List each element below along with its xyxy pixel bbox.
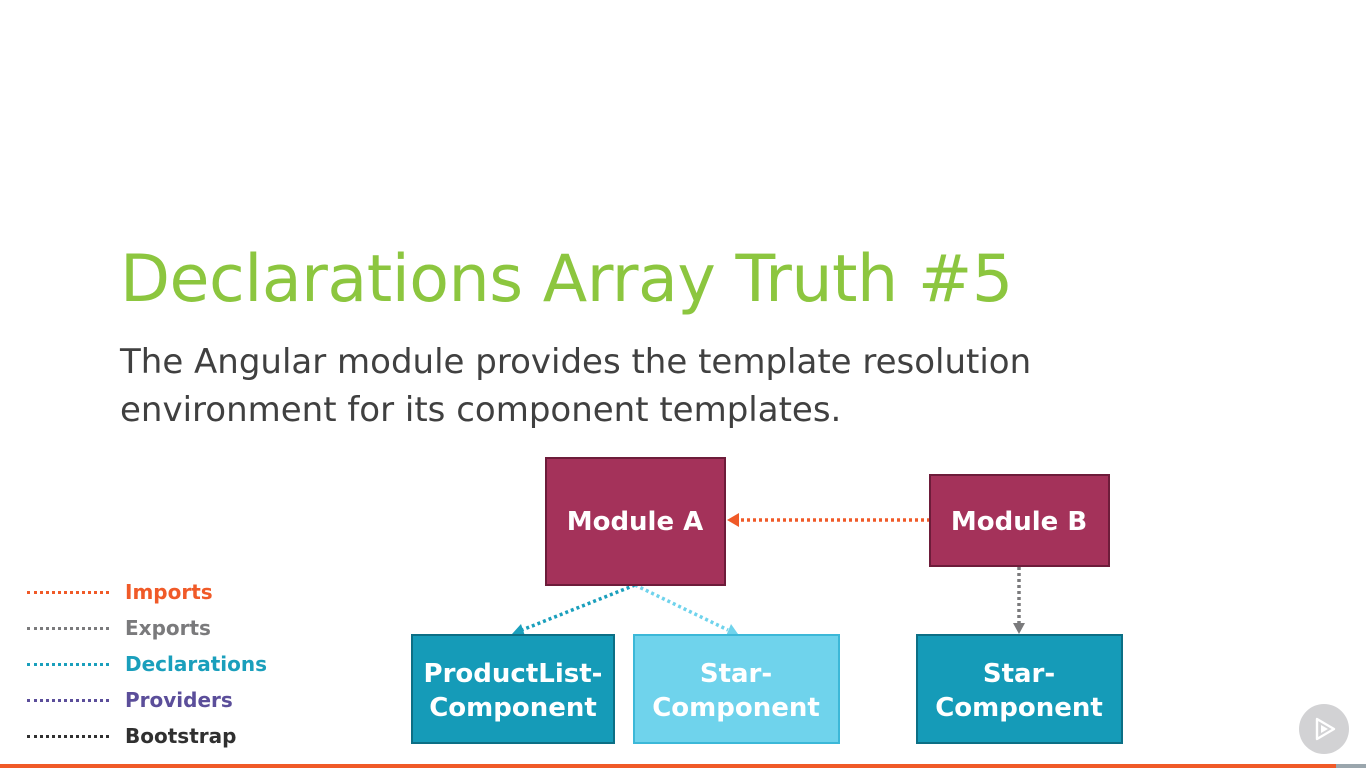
module-b-node: Module B: [929, 474, 1110, 567]
declarations-connector-productlist: [521, 583, 636, 632]
legend-item-providers: Providers: [27, 682, 267, 718]
productlist-component-label-line-1: ProductList-: [424, 659, 603, 689]
declarations-connector-star: [634, 583, 729, 632]
legend-label-imports: Imports: [125, 580, 213, 604]
productlist-component-node: ProductList- Component: [411, 634, 615, 744]
legend-label-providers: Providers: [125, 688, 233, 712]
legend-item-exports: Exports: [27, 610, 267, 646]
legend: Imports Exports Declarations Providers B…: [27, 574, 267, 754]
legend-line-exports: [27, 626, 109, 630]
star-component-a-box: [633, 634, 840, 744]
star-component-a-label-line-1: Star-: [700, 659, 772, 689]
legend-label-bootstrap: Bootstrap: [125, 724, 237, 748]
progress-bar[interactable]: [0, 764, 1366, 768]
star-component-a-node: Star- Component: [633, 634, 840, 744]
legend-item-declarations: Declarations: [27, 646, 267, 682]
legend-label-exports: Exports: [125, 616, 211, 640]
legend-line-imports: [27, 590, 109, 594]
legend-line-providers: [27, 698, 109, 702]
play-icon: [1315, 717, 1336, 741]
productlist-component-label-line-2: Component: [429, 693, 597, 723]
productlist-component-box: [411, 634, 615, 744]
module-b-label: Module B: [951, 507, 1087, 537]
play-button[interactable]: [1299, 704, 1349, 754]
legend-label-declarations: Declarations: [125, 652, 268, 676]
progress-bar-remaining: [1335, 764, 1366, 768]
imports-arrowhead: [727, 513, 739, 527]
module-a-label: Module A: [567, 507, 704, 537]
legend-item-bootstrap: Bootstrap: [27, 718, 267, 754]
module-a-node: Module A: [545, 457, 726, 586]
legend-item-imports: Imports: [27, 574, 267, 610]
slide: Declarations Array Truth #5 The Angular …: [0, 0, 1366, 768]
legend-line-bootstrap: [27, 734, 109, 738]
star-component-a-label-line-2: Component: [652, 693, 820, 723]
legend-line-declarations: [27, 662, 109, 666]
star-component-b-box: [916, 634, 1123, 744]
progress-bar-fill: [0, 764, 1336, 768]
star-component-b-label-line-1: Star-: [983, 659, 1055, 689]
star-component-b-node: Star- Component: [916, 634, 1123, 744]
star-component-b-label-line-2: Component: [935, 693, 1103, 723]
exports-arrowhead: [1013, 623, 1025, 634]
